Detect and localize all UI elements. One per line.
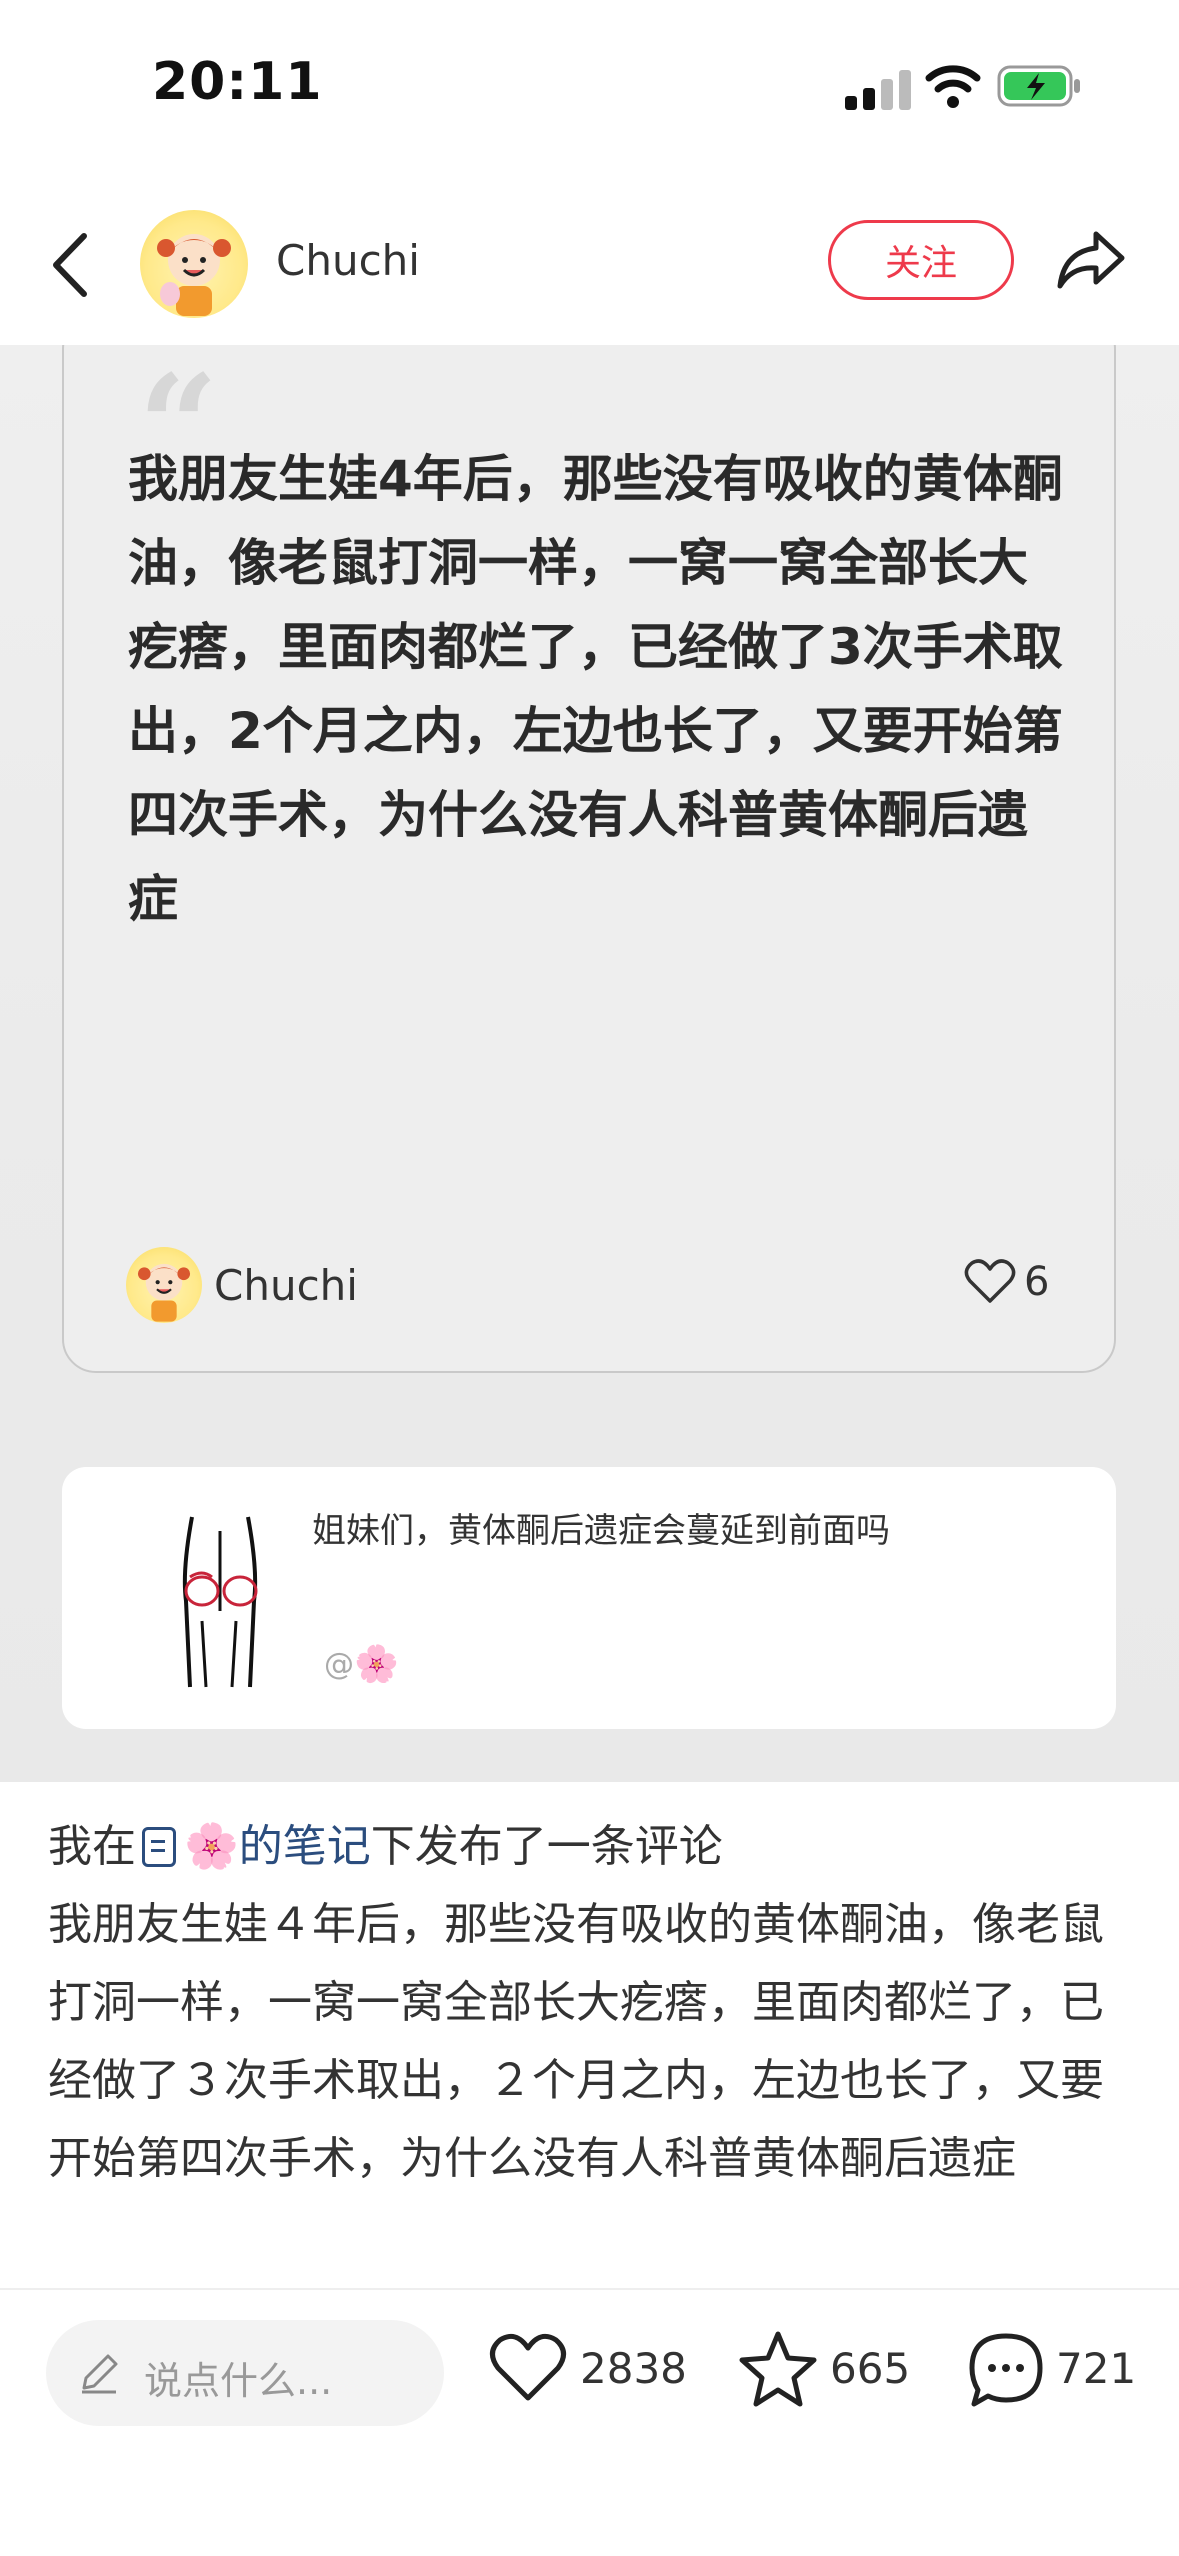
- author-avatar[interactable]: [140, 210, 248, 318]
- status-time: 20:11: [152, 52, 323, 112]
- comment-bubble-icon: [969, 2333, 1043, 2407]
- top-nav: Chuchi 关注: [0, 190, 1179, 340]
- caption-flower: 🌸: [184, 1821, 239, 1872]
- note-icon: [142, 1827, 176, 1867]
- battery-charging-icon: [997, 65, 1080, 107]
- note-link[interactable]: 的笔记: [239, 1821, 371, 1872]
- quote-card-username: Chuchi: [214, 1261, 358, 1310]
- referenced-note-thumbnail: [182, 1516, 258, 1688]
- comment-count: 721: [1056, 2344, 1137, 2393]
- favorite-button[interactable]: 665: [738, 2330, 938, 2420]
- quote-card-text: 我朋友生娃4年后，那些没有吸收的黄体酮油，像老鼠打洞一样，一窝一窝全部长大疙瘩，…: [128, 450, 1063, 928]
- referenced-note-at: @: [324, 1647, 354, 1682]
- pencil-icon: [82, 2354, 118, 2394]
- post-caption: 我在 🌸的笔记下发布了一条评论 我朋友生娃４年后，那些没有吸收的黄体酮油，像老鼠打…: [48, 1808, 1138, 2198]
- share-icon[interactable]: [1054, 224, 1128, 298]
- quote-card: “ 我朋友生娃4年后，那些没有吸收的黄体酮油，像老鼠打洞一样，一窝一窝全部长大疙…: [62, 345, 1116, 1373]
- star-icon: [739, 2331, 817, 2407]
- wifi-icon: [925, 65, 981, 108]
- heart-icon: [964, 1259, 1016, 1303]
- heart-icon: [490, 2333, 566, 2401]
- bottom-action-bar: 说点什么... 2838 665 721: [0, 2290, 1179, 2556]
- like-button[interactable]: 2838: [488, 2330, 688, 2420]
- status-bar: 20:11: [0, 0, 1179, 170]
- caption-prefix: 我在: [48, 1821, 136, 1872]
- flower-emoji: 🌸: [354, 1644, 399, 1685]
- referenced-note-title: 姐妹们，黄体酮后遗症会蔓延到前面吗: [312, 1511, 890, 1551]
- comment-placeholder: 说点什么...: [144, 2359, 333, 2403]
- cellular-signal-icon: [845, 70, 911, 110]
- caption-suffix: 下发布了一条评论: [370, 1821, 723, 1872]
- comment-button[interactable]: 721: [966, 2330, 1166, 2420]
- caption-body: 我朋友生娃４年后，那些没有吸收的黄体酮油，像老鼠打洞一样，一窝一窝全部长大疙瘩，…: [48, 1899, 1104, 2184]
- caption-header: 我在 🌸的笔记下发布了一条评论: [48, 1808, 1138, 1886]
- referenced-note-card: 姐妹们，黄体酮后遗症会蔓延到前面吗 @ 🌸: [62, 1467, 1116, 1729]
- back-arrow-icon[interactable]: [48, 230, 92, 300]
- quote-card-likes: 6: [1024, 1259, 1050, 1305]
- comment-input[interactable]: 说点什么...: [46, 2320, 444, 2426]
- follow-button[interactable]: 关注: [828, 220, 1014, 300]
- like-count: 2838: [580, 2344, 687, 2393]
- quote-card-avatar: [126, 1247, 202, 1323]
- post-image[interactable]: “ 我朋友生娃4年后，那些没有吸收的黄体酮油，像老鼠打洞一样，一窝一窝全部长大疙…: [0, 345, 1179, 1782]
- favorite-count: 665: [830, 2344, 911, 2393]
- author-name[interactable]: Chuchi: [276, 236, 420, 285]
